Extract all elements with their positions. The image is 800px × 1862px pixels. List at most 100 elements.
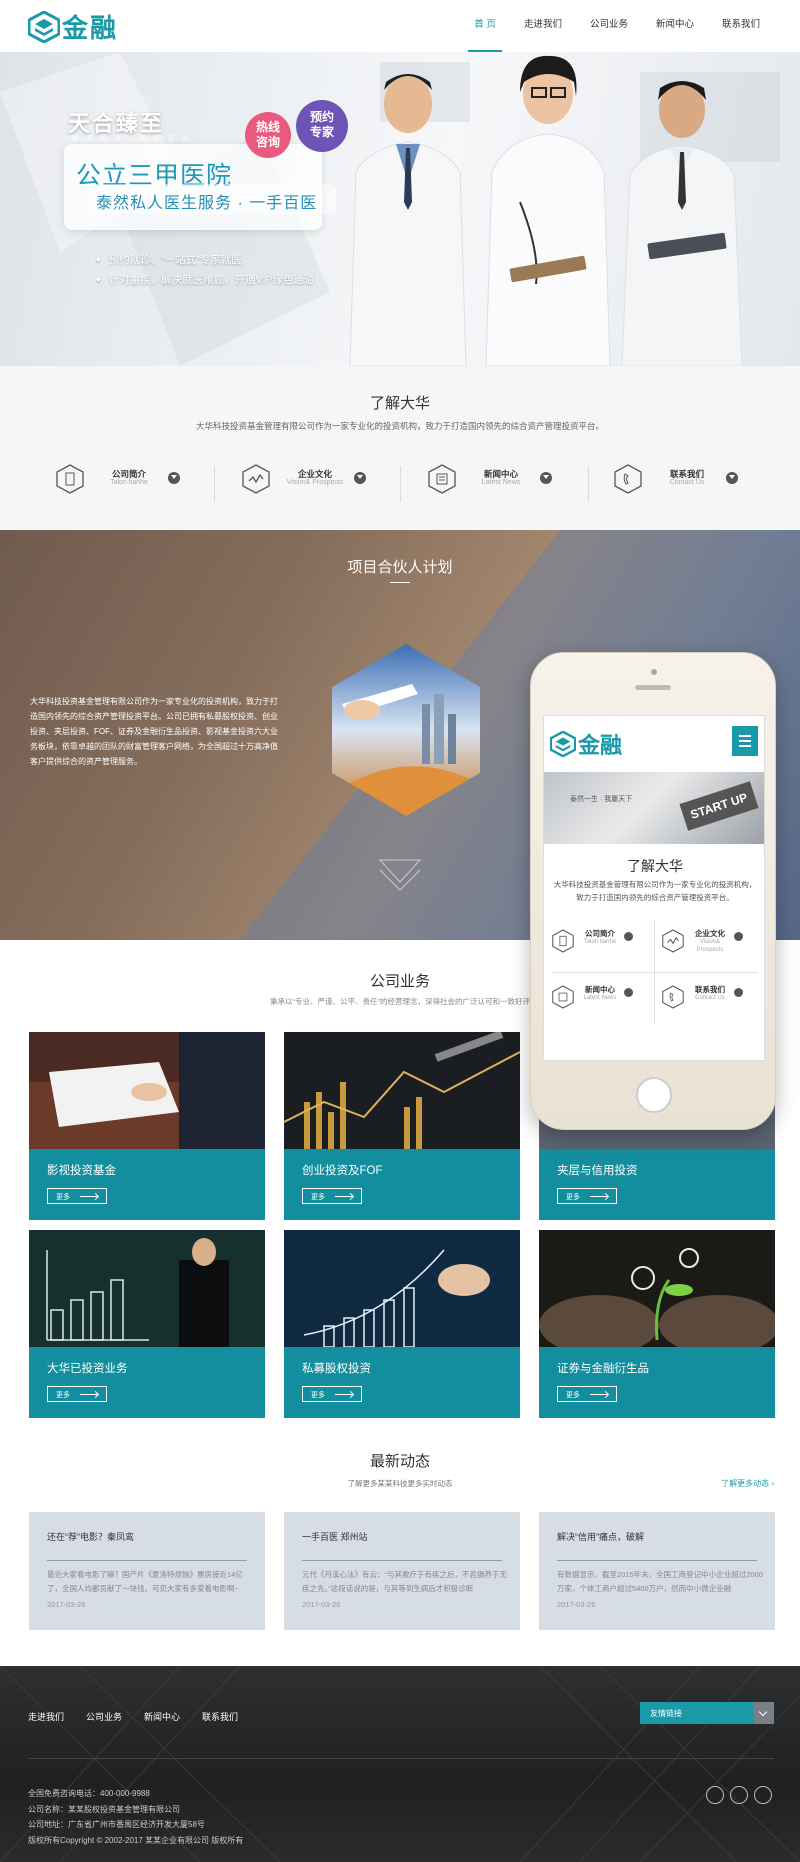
partner-text: 大华科技投资基金管理有限公司作为一家专业化的投资机构，致力于打造国内领先的综合资… [30, 697, 278, 766]
hero-subline-bar: 泰然私人医生服务 · 一手百医 [86, 184, 336, 214]
feature-company-intro[interactable]: 公司简介 Talon tianhe [56, 462, 206, 502]
business-name: 创业投资及FOF [302, 1165, 383, 1177]
about-title: 了解大华 [369, 395, 430, 412]
news-card[interactable]: 还在“荐”电影？秦凤鸾 最近大家看电影了嘛？国产片《夏洛特烦恼》票房接近14亿了… [29, 1512, 265, 1630]
share-icon[interactable] [754, 1786, 772, 1804]
phone-camera [651, 669, 657, 675]
nav-contact[interactable]: 联系我们 [708, 0, 774, 52]
news-card-title[interactable]: 还在“荐”电影？秦凤鸾 [47, 1530, 134, 1543]
mobile-feature-company-intro[interactable]: 公司简介 Talon tianhe [552, 926, 652, 966]
more-button[interactable]: 更多 [302, 1386, 362, 1402]
footer-link-about[interactable]: 走进我们 [28, 1710, 64, 1723]
about-description: 大华科技投资基金管理有限公司作为一家专业化的投资机构，致力于打造国内领先的综合资… [195, 421, 604, 431]
nav-news[interactable]: 新闻中心 [642, 0, 708, 52]
feature-subtitle: Contact Us [669, 479, 705, 486]
arrow-right-icon [590, 1394, 608, 1395]
business-card[interactable]: 私募股权投资 更多 [284, 1230, 520, 1418]
business-name: 影视投资基金 [47, 1165, 116, 1177]
more-label: 更多 [56, 1392, 70, 1399]
nav-about[interactable]: 走进我们 [510, 0, 576, 52]
site-logo[interactable]: 金融 [28, 8, 118, 45]
mobile-feature-contact[interactable]: 联系我们 Contact Us [662, 982, 762, 1022]
business-card[interactable]: 影视投资基金 更多 [29, 1032, 265, 1220]
feature-subtitle: Talon tianhe [583, 939, 617, 945]
nav-home[interactable]: 首 页 [460, 0, 510, 52]
news-section: 最新动态 了解更多某某科技更多实时动态 了解更多动态 › 还在“荐”电影？秦凤鸾… [0, 1430, 800, 1666]
chevron-down-icon[interactable] [354, 472, 366, 484]
footer-copyright: 版权所有Copyright © 2002-2017 某某企业有限公司 版权所有 [28, 1835, 244, 1845]
chevron-down-icon[interactable] [540, 472, 552, 484]
hero-slogan-sub: 精 准 无 合 · 臻 于 至 善 [72, 135, 192, 142]
title-underline [390, 582, 410, 583]
business-name: 大华已投资业务 [47, 1363, 128, 1375]
phone-speaker [635, 685, 671, 690]
mobile-logo[interactable]: 金融 [550, 728, 622, 760]
footer-link-news[interactable]: 新闻中心 [144, 1710, 180, 1723]
more-label: 更多 [566, 1194, 580, 1201]
logo-icon [550, 731, 576, 757]
logo-text: 金融 [62, 14, 119, 44]
chevron-down-icon[interactable] [624, 988, 633, 997]
arrow-right-icon [590, 1196, 608, 1197]
news-card-title[interactable]: 解决“信用”痛点，破解 [557, 1530, 644, 1543]
phone-screen: 金融 泰然一生 · 我赢天下 START UP 了解大华 大华科技投资基金管理有… [543, 715, 765, 1061]
feature-news[interactable]: 新闻中心 Latest News [428, 462, 578, 502]
hero-banner[interactable]: 天合臻至 精 准 无 合 · 臻 于 至 善 公立三甲医院 泰然私人医生服务 ·… [0, 52, 800, 366]
business-image-presenter [29, 1230, 265, 1347]
more-label: 更多 [566, 1392, 580, 1399]
pulse-icon [662, 929, 684, 953]
hotline-badge-label: 热线咨询 [255, 120, 280, 149]
more-button[interactable]: 更多 [557, 1386, 617, 1402]
news-card-date: 2017-03-26 [302, 1600, 341, 1609]
chevron-down-icon[interactable] [734, 988, 743, 997]
business-card[interactable]: 证券与金融衍生品 更多 [539, 1230, 775, 1418]
news-card-date: 2017-03-26 [557, 1600, 596, 1609]
news-icon [428, 464, 456, 494]
nav-business[interactable]: 公司业务 [576, 0, 642, 52]
news-card-title[interactable]: 一手百医 郑州站 [302, 1530, 368, 1543]
more-button[interactable]: 更多 [47, 1386, 107, 1402]
chevron-down-icon[interactable] [734, 932, 743, 941]
feature-divider [214, 466, 215, 502]
news-card[interactable]: 一手百医 郑州站 元代《丹溪心法》有云：“与其救疗于有疾之后，不若摄养于无疾之先… [284, 1512, 520, 1630]
chevron-down-icon[interactable] [624, 932, 633, 941]
more-button[interactable]: 更多 [47, 1188, 107, 1204]
business-card[interactable]: 创业投资及FOF 更多 [284, 1032, 520, 1220]
phone-icon [662, 985, 684, 1009]
feature-divider [400, 466, 401, 502]
footer-company: 公司名称：某某股权投资基金管理有限公司 [28, 1804, 180, 1814]
footer-links: 走进我们 公司业务 新闻中心 联系我们 [28, 1710, 260, 1723]
partner-title: 项目合伙人计划 [347, 559, 453, 576]
pulse-icon [242, 464, 270, 494]
chevron-down-icon[interactable] [754, 1702, 774, 1724]
news-card[interactable]: 解决“信用”痛点，破解 有数据显示，截至2015年末，全国工商登记中小企业超过2… [539, 1512, 775, 1630]
mobile-feature-news[interactable]: 新闻中心 Latest News [552, 982, 652, 1022]
news-more-link[interactable]: 了解更多动态 › [721, 1478, 774, 1489]
feature-subtitle: Latest News [583, 995, 617, 1001]
business-card[interactable]: 大华已投资业务 更多 [29, 1230, 265, 1418]
mobile-banner[interactable]: 泰然一生 · 我赢天下 START UP [544, 772, 764, 844]
phone-home-button [636, 1077, 672, 1113]
footer-link-business[interactable]: 公司业务 [86, 1710, 122, 1723]
friend-links-label: 友情链接 [650, 1709, 682, 1718]
more-button[interactable]: 更多 [557, 1188, 617, 1204]
mobile-feature-culture[interactable]: 企业文化 Vision& Prospects [662, 926, 762, 966]
chevron-down-icon[interactable] [168, 472, 180, 484]
feature-contact[interactable]: 联系我们 Contact Us [614, 462, 764, 502]
chevron-down-icon[interactable] [726, 472, 738, 484]
arrow-right-icon [80, 1394, 98, 1395]
hamburger-menu-icon[interactable] [732, 726, 758, 756]
hotline-badge[interactable]: 热线咨询 [245, 112, 291, 158]
friend-links-select[interactable]: 友情链接 [640, 1702, 774, 1724]
news-card-date: 2017-03-26 [47, 1600, 86, 1609]
feature-culture[interactable]: 企业文化 Vision& Prospects [242, 462, 392, 502]
news-card-divider [47, 1560, 247, 1561]
more-button[interactable]: 更多 [302, 1188, 362, 1204]
news-card-divider [557, 1560, 757, 1561]
mobile-about-desc: 大华科技投资基金管理有限公司作为一家专业化的投资机构，致力于打造国内领先的综合资… [553, 880, 757, 902]
mobile-header: 金融 [544, 716, 764, 764]
feature-subtitle: Contact Us [695, 995, 725, 1001]
footer-link-contact[interactable]: 联系我们 [202, 1710, 238, 1723]
wechat-icon[interactable] [706, 1786, 724, 1804]
weibo-icon[interactable] [730, 1786, 748, 1804]
